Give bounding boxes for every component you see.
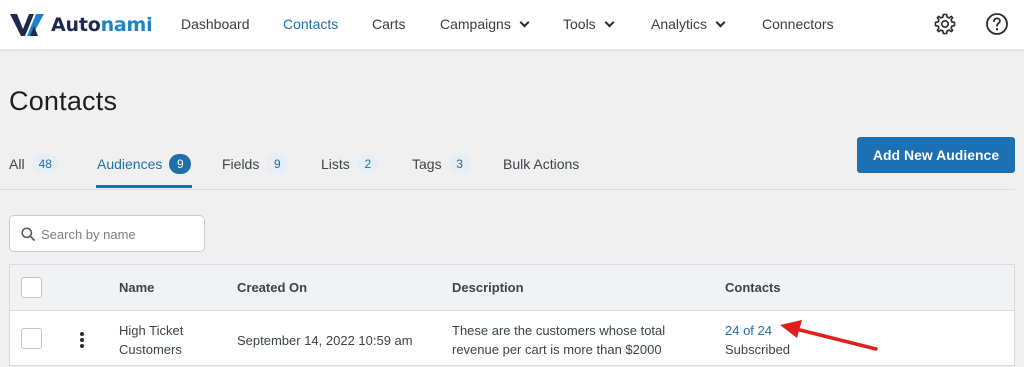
- description-cell: These are the customers whose total reve…: [452, 321, 665, 359]
- created-on-cell: September 14, 2022 10:59 am: [237, 333, 413, 348]
- column-header-description: Description: [452, 280, 524, 295]
- tab-bulk-actions[interactable]: Bulk Actions: [503, 152, 579, 176]
- logo-mark-icon: [10, 14, 44, 36]
- row-checkbox[interactable]: [21, 328, 42, 349]
- chevron-down-icon: [519, 17, 530, 27]
- column-header-name[interactable]: Name: [119, 280, 154, 295]
- tab-count-badge: 48: [31, 154, 59, 174]
- audience-name[interactable]: High Ticket Customers: [119, 321, 183, 359]
- row-actions-icon[interactable]: [79, 332, 85, 350]
- nav-item-label: Contacts: [283, 16, 339, 32]
- help-circle-icon: [986, 13, 1008, 35]
- chevron-down-icon: [715, 17, 726, 27]
- autonami-logo[interactable]: Autonami: [10, 10, 153, 40]
- tab-label: All: [9, 156, 25, 172]
- nav-item-campaigns[interactable]: Campaigns: [440, 16, 530, 32]
- nav-item-tools[interactable]: Tools: [563, 16, 615, 32]
- tab-count-badge: 2: [356, 154, 379, 174]
- column-header-contacts: Contacts: [725, 280, 781, 295]
- gear-icon: [934, 13, 956, 35]
- tab-lists[interactable]: Lists 2: [321, 152, 379, 176]
- nav-item-dashboard[interactable]: Dashboard: [181, 16, 250, 32]
- search-placeholder: Search by name: [41, 227, 136, 242]
- tab-audiences[interactable]: Audiences 9: [97, 152, 192, 176]
- nav-item-label: Carts: [372, 16, 406, 32]
- tab-fields[interactable]: Fields 9: [222, 152, 289, 176]
- add-new-audience-button[interactable]: Add New Audience: [857, 137, 1015, 173]
- settings-button[interactable]: [933, 12, 957, 36]
- tab-label: Lists: [321, 156, 350, 172]
- nav-item-carts[interactable]: Carts: [372, 16, 405, 32]
- annotation-arrow-icon: [780, 320, 878, 351]
- chevron-down-icon: [604, 17, 615, 27]
- top-navigation-bar: Autonami Dashboard Contacts Carts Campai…: [0, 0, 1024, 50]
- audience-name-line: High Ticket: [119, 323, 184, 338]
- nav-item-label: Analytics: [651, 16, 708, 32]
- tab-label: Fields: [222, 156, 260, 172]
- select-all-checkbox[interactable]: [21, 277, 42, 298]
- tab-all[interactable]: All 48: [9, 152, 59, 176]
- nav-item-analytics[interactable]: Analytics: [651, 16, 726, 32]
- audience-name-line: Customers: [119, 342, 182, 357]
- brand-name-part2: nami: [100, 14, 153, 36]
- tab-label: Audiences: [97, 156, 163, 172]
- tab-count-badge: 9: [169, 154, 192, 174]
- nav-item-contacts[interactable]: Contacts: [283, 16, 338, 32]
- page-title: Contacts: [9, 86, 118, 116]
- brand-name: Autonami: [51, 14, 153, 36]
- nav-item-label: Connectors: [762, 16, 834, 32]
- nav-item-connectors[interactable]: Connectors: [762, 16, 834, 32]
- column-header-created-on[interactable]: Created On: [237, 280, 307, 295]
- active-tab-indicator: [96, 185, 192, 188]
- nav-item-label: Dashboard: [181, 16, 250, 32]
- table-header: Name Created On Description Contacts: [10, 265, 1014, 311]
- nav-item-label: Tools: [563, 16, 596, 32]
- search-input[interactable]: Search by name: [9, 215, 205, 252]
- nav-item-label: Campaigns: [440, 16, 511, 32]
- search-icon: [21, 227, 35, 241]
- tab-count-badge: 9: [266, 154, 289, 174]
- help-button[interactable]: [985, 12, 1009, 36]
- tab-label: Tags: [412, 156, 442, 172]
- tab-count-badge: 3: [448, 154, 471, 174]
- tab-tags[interactable]: Tags 3: [412, 152, 471, 176]
- description-line: These are the customers whose total: [452, 323, 666, 338]
- tab-label: Bulk Actions: [503, 156, 580, 172]
- brand-name-part1: Auto: [51, 14, 101, 36]
- description-line: revenue per cart is more than $2000: [452, 342, 662, 357]
